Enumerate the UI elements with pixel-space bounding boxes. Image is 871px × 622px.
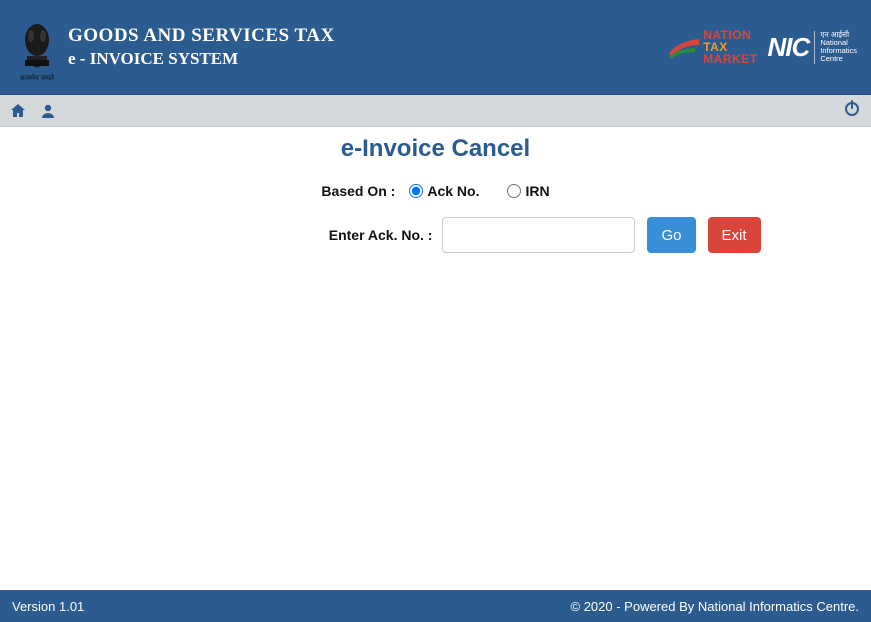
national-tax-market-badge: NATION TAX MARKET xyxy=(669,29,757,65)
app-title-2: e - INVOICE SYSTEM xyxy=(68,49,669,69)
national-emblem: सत्यमेव जयते xyxy=(14,7,60,87)
toolbar xyxy=(0,95,871,127)
radio-option-ack[interactable]: Ack No. xyxy=(409,183,479,199)
radio-option-irn[interactable]: IRN xyxy=(507,183,549,199)
go-button[interactable]: Go xyxy=(647,217,695,253)
page-title: e-Invoice Cancel xyxy=(0,135,871,163)
radio-ack-input[interactable] xyxy=(409,184,423,198)
app-header: सत्यमेव जयते GOODS AND SERVICES TAX e - … xyxy=(0,0,871,95)
ack-number-input[interactable] xyxy=(442,217,635,253)
based-on-row: Based On : Ack No. IRN xyxy=(0,183,871,199)
ack-label: Enter Ack. No. : xyxy=(110,227,436,243)
footer-version: Version 1.01 xyxy=(12,599,84,614)
based-on-radio-group: Ack No. IRN xyxy=(409,183,549,199)
ntm-line-3: MARKET xyxy=(703,53,757,65)
user-icon[interactable] xyxy=(40,103,56,119)
ntm-swoosh-icon xyxy=(669,35,699,59)
nic-logo-text: NIC xyxy=(768,32,810,63)
radio-ack-label: Ack No. xyxy=(427,183,479,199)
nic-subtext: एन आईसी National Informatics Centre xyxy=(814,31,857,64)
radio-irn-label: IRN xyxy=(525,183,549,199)
home-icon[interactable] xyxy=(10,103,26,119)
based-on-label: Based On : xyxy=(321,183,395,199)
footer-copyright: © 2020 - Powered By National Informatics… xyxy=(571,599,860,614)
header-right: NATION TAX MARKET NIC एन आईसी National I… xyxy=(669,29,857,65)
radio-irn-input[interactable] xyxy=(507,184,521,198)
exit-button[interactable]: Exit xyxy=(708,217,761,253)
header-titles: GOODS AND SERVICES TAX e - INVOICE SYSTE… xyxy=(68,25,669,69)
nic-badge: NIC एन आईसी National Informatics Centre xyxy=(768,31,857,64)
emblem-icon xyxy=(17,12,57,72)
emblem-caption: सत्यमेव जयते xyxy=(20,74,54,83)
app-title-1: GOODS AND SERVICES TAX xyxy=(68,25,669,47)
footer: Version 1.01 © 2020 - Powered By Nationa… xyxy=(0,590,871,622)
ack-input-row: Enter Ack. No. : Go Exit xyxy=(0,217,871,253)
power-icon[interactable] xyxy=(843,99,861,117)
main-content: e-Invoice Cancel Based On : Ack No. IRN … xyxy=(0,127,871,590)
